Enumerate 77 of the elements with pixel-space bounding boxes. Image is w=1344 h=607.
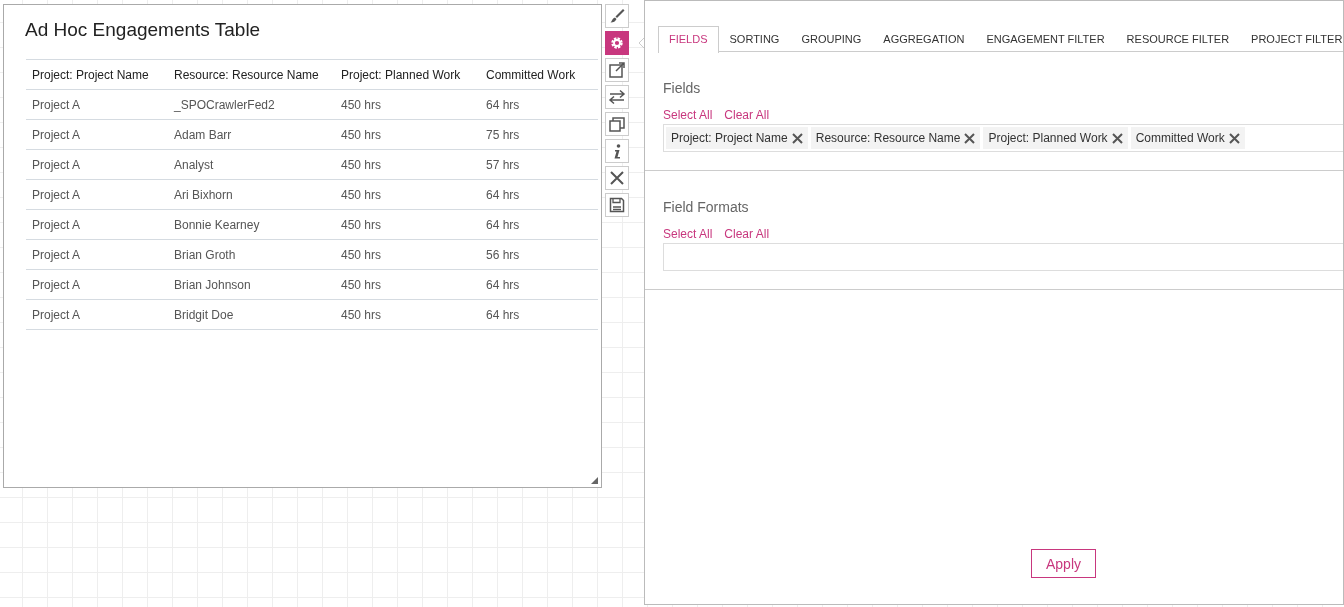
windows-icon: [608, 115, 627, 133]
table-cell: Ari Bixhorn: [168, 179, 335, 210]
table-cell: 75 hrs: [480, 119, 598, 150]
table-cell: Brian Johnson: [168, 269, 335, 300]
tab[interactable]: ENGAGEMENT FILTER: [975, 26, 1116, 52]
settings-button[interactable]: [605, 31, 630, 55]
tab[interactable]: FIELDS: [658, 26, 719, 53]
table-cell: 450 hrs: [335, 149, 480, 180]
select-all-link[interactable]: Select All: [663, 108, 713, 124]
save-icon: [608, 196, 627, 214]
table-cell: 64 hrs: [480, 209, 598, 240]
brush-icon: [608, 7, 627, 25]
table-cell: Analyst: [168, 149, 335, 180]
formats-field[interactable]: [663, 243, 1343, 271]
swap-arrows-button[interactable]: [605, 85, 630, 109]
tab[interactable]: GROUPING: [790, 26, 873, 52]
close-button[interactable]: [605, 166, 630, 190]
table-cell: Bridgit Doe: [168, 299, 335, 330]
table-cell: Adam Barr: [168, 119, 335, 150]
swap-arrows-icon: [608, 88, 627, 106]
table-cell: _SPOCrawlerFed2: [168, 89, 335, 120]
table-cell: 450 hrs: [335, 89, 480, 120]
remove-icon[interactable]: [791, 132, 803, 144]
close-icon: [608, 169, 627, 187]
external-link-button[interactable]: [605, 58, 630, 82]
save-button[interactable]: [605, 193, 630, 217]
remove-icon[interactable]: [1111, 132, 1123, 144]
chip-label: Resource: Resource Name: [815, 131, 961, 145]
table-cell: 450 hrs: [335, 239, 480, 270]
table-cell: 64 hrs: [480, 179, 598, 210]
table-cell: 450 hrs: [335, 209, 480, 240]
widget-title: Ad Hoc Engagements Table: [25, 19, 262, 42]
table-cell: 56 hrs: [480, 239, 598, 270]
tab[interactable]: AGGREGATION: [872, 26, 976, 52]
table-cell: Brian Groth: [168, 239, 335, 270]
remove-icon[interactable]: [964, 132, 976, 144]
tab[interactable]: RESOURCE FILTER: [1115, 26, 1241, 52]
table-cell: 64 hrs: [480, 299, 598, 330]
table-cell: Project A: [26, 149, 168, 180]
windows-button[interactable]: [605, 112, 630, 136]
chip-label: Project: Project Name: [671, 131, 788, 145]
clear-all-link[interactable]: Clear All: [724, 108, 770, 124]
chip-label: Project: Planned Work: [988, 131, 1108, 145]
apply-button[interactable]: Apply: [1031, 549, 1096, 578]
table-cell: 450 hrs: [335, 299, 480, 330]
tab[interactable]: PROJECT FILTER: [1240, 26, 1344, 52]
table-cell: 450 hrs: [335, 269, 480, 300]
column-header: Project: Project Name: [26, 59, 168, 90]
table-cell: Project A: [26, 269, 168, 300]
table-cell: Project A: [26, 89, 168, 120]
resize-handle-icon[interactable]: [591, 477, 599, 484]
table-cell: Bonnie Kearney: [168, 209, 335, 240]
brush-button[interactable]: [605, 4, 630, 28]
column-header: Resource: Resource Name: [168, 59, 335, 90]
fields-field[interactable]: Project: Project Name Resource: Resource Name Project: Planned Work Committed Work: [663, 124, 1343, 152]
column-header: Project: Planned Work: [335, 59, 480, 90]
info-icon: [613, 143, 621, 159]
info-button[interactable]: [605, 139, 630, 163]
column-header: Committed Work: [480, 59, 598, 90]
section-heading: Field Formats: [663, 199, 750, 215]
table-cell: 450 hrs: [335, 179, 480, 210]
select-all-link[interactable]: Select All: [663, 227, 713, 243]
chip-label: Committed Work: [1135, 131, 1225, 145]
external-link-icon: [608, 61, 627, 79]
table-cell: Project A: [26, 179, 168, 210]
table-cell: Project A: [26, 299, 168, 330]
clear-all-link[interactable]: Clear All: [724, 227, 770, 243]
tab[interactable]: SORTING: [718, 26, 791, 52]
remove-icon[interactable]: [1228, 132, 1240, 144]
section-heading: Fields: [663, 80, 702, 96]
table-cell: 64 hrs: [480, 269, 598, 300]
table-cell: Project A: [26, 239, 168, 270]
table-cell: 57 hrs: [480, 149, 598, 180]
table-cell: Project A: [26, 119, 168, 150]
table-cell: 64 hrs: [480, 89, 598, 120]
table-cell: 450 hrs: [335, 119, 480, 150]
table-cell: Project A: [26, 209, 168, 240]
